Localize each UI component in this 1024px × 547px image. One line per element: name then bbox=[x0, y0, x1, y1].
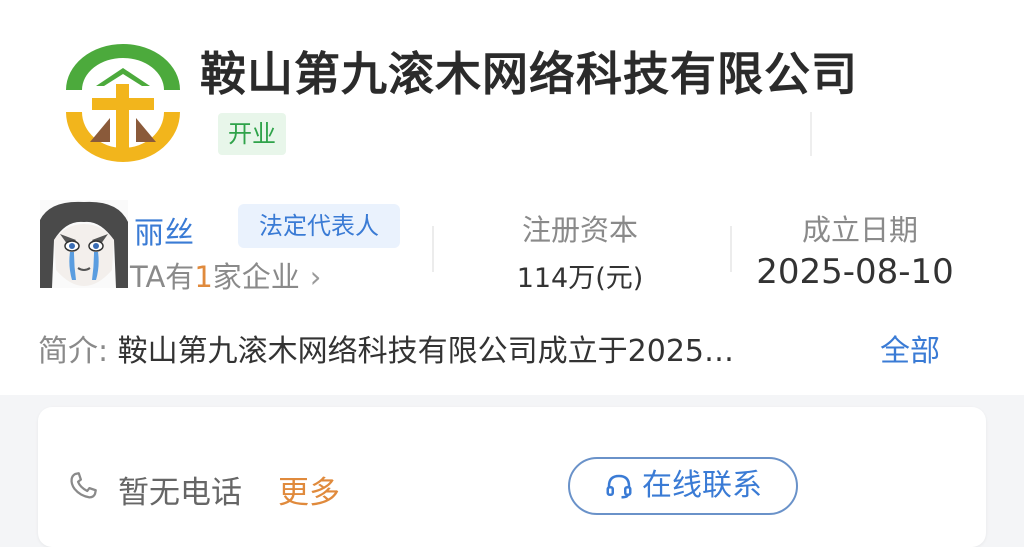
stat-divider bbox=[432, 226, 434, 272]
intro-label: 简介: bbox=[38, 334, 109, 369]
representative-name[interactable]: 丽丝 bbox=[134, 208, 194, 252]
company-logo bbox=[62, 40, 184, 162]
founded-value: 2025-08-10 bbox=[756, 252, 954, 292]
divider bbox=[810, 112, 812, 156]
stat-divider bbox=[730, 226, 732, 272]
company-intro: 简介: 鞍山第九滚木网络科技有限公司成立于2025… 全部 bbox=[38, 326, 940, 370]
online-contact-button[interactable]: 在线联系 bbox=[568, 457, 798, 515]
capital-value: 114万(元) bbox=[516, 263, 644, 294]
status-badge: 开业 bbox=[218, 113, 286, 155]
representative-role-tag: 法定代表人 bbox=[238, 204, 400, 248]
capital-label: 注册资本 bbox=[521, 213, 638, 247]
chevron-right-icon: › bbox=[309, 260, 322, 294]
representative-companies-link[interactable]: TA有1家企业 › bbox=[130, 254, 321, 296]
companies-count: 1 bbox=[194, 260, 213, 294]
company-name: 鞍山第九滚木网络科技有限公司 bbox=[200, 47, 858, 101]
phone-icon bbox=[70, 472, 97, 499]
founded-label: 成立日期 bbox=[801, 213, 918, 247]
intro-expand-link[interactable]: 全部 bbox=[880, 326, 940, 370]
online-contact-label: 在线联系 bbox=[642, 468, 762, 503]
headset-icon bbox=[606, 474, 632, 499]
intro-text: 鞍山第九滚木网络科技有限公司成立于2025… bbox=[117, 334, 735, 369]
avatar[interactable] bbox=[40, 200, 128, 288]
companies-suffix: 家企业 bbox=[212, 260, 300, 294]
phone-more-link[interactable]: 更多 bbox=[278, 467, 340, 512]
phone-text: 暂无电话 bbox=[118, 475, 242, 511]
companies-prefix: TA有 bbox=[130, 260, 195, 294]
contact-card: 暂无电话 更多 在线联系 bbox=[38, 407, 986, 547]
company-header-card: 鞍山第九滚木网络科技有限公司 开业 丽丝 法定代表人 TA有1家企业 › 注册资本… bbox=[0, 0, 1024, 395]
